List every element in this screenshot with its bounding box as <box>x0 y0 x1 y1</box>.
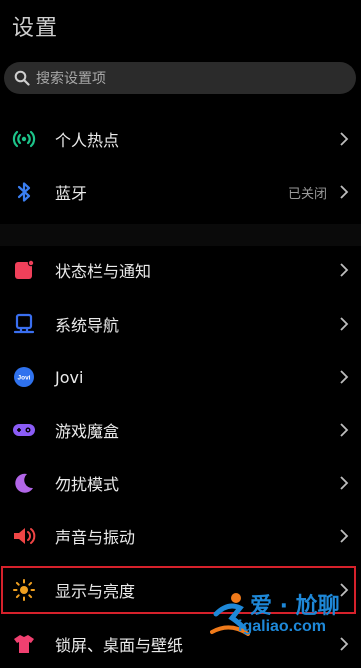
svg-text:Jovi: Jovi <box>17 375 30 382</box>
shirt-icon <box>12 632 36 656</box>
chevron-right-icon <box>339 131 349 147</box>
chevron-right-icon <box>339 475 349 491</box>
watermark: 爱 · 尬聊 igaliao.com <box>210 588 360 648</box>
chevron-right-icon <box>339 184 349 200</box>
chevron-right-icon <box>339 369 349 385</box>
navigation-icon <box>12 312 36 336</box>
bluetooth-icon <box>12 180 36 204</box>
watermark-url: igaliao.com <box>238 618 327 635</box>
settings-item-statusbar-notifications[interactable]: 状态栏与通知 <box>0 246 361 294</box>
settings-item-system-navigation[interactable]: 系统导航 <box>0 300 361 348</box>
notification-icon <box>12 258 36 282</box>
chevron-right-icon <box>339 528 349 544</box>
chevron-right-icon <box>339 262 349 278</box>
settings-item-jovi[interactable]: Jovi Jovi <box>0 353 361 401</box>
settings-item-sound-vibration[interactable]: 声音与振动 <box>0 512 361 560</box>
gamepad-icon <box>12 418 36 442</box>
settings-item-label: 系统导航 <box>55 316 120 335</box>
settings-item-bluetooth[interactable]: 蓝牙 已关闭 <box>0 168 361 216</box>
settings-item-label: Jovi <box>55 367 84 387</box>
settings-item-label: 声音与振动 <box>55 528 136 547</box>
search-bar[interactable]: 搜索设置项 <box>4 62 356 94</box>
chevron-right-icon <box>339 422 349 438</box>
settings-item-label: 勿扰模式 <box>55 475 120 494</box>
watermark-title: 爱 · 尬聊 <box>250 594 340 619</box>
bluetooth-status: 已关闭 <box>287 186 327 202</box>
search-icon <box>14 70 30 86</box>
jovi-icon: Jovi <box>12 365 36 389</box>
search-placeholder: 搜索设置项 <box>36 71 106 87</box>
settings-item-label: 状态栏与通知 <box>55 262 152 281</box>
settings-item-label: 个人热点 <box>55 131 120 150</box>
settings-item-hotspot[interactable]: 个人热点 <box>0 115 361 163</box>
settings-item-game-box[interactable]: 游戏魔盒 <box>0 406 361 454</box>
hotspot-icon <box>12 127 36 151</box>
chevron-right-icon <box>339 316 349 332</box>
moon-icon <box>12 471 36 495</box>
section-divider <box>0 224 361 246</box>
settings-item-do-not-disturb[interactable]: 勿扰模式 <box>0 459 361 507</box>
settings-item-label: 游戏魔盒 <box>55 422 120 441</box>
speaker-icon <box>12 524 36 548</box>
page-title: 设置 <box>12 16 59 41</box>
settings-item-label: 蓝牙 <box>55 184 88 203</box>
settings-item-label: 锁屏、桌面与壁纸 <box>55 636 184 655</box>
